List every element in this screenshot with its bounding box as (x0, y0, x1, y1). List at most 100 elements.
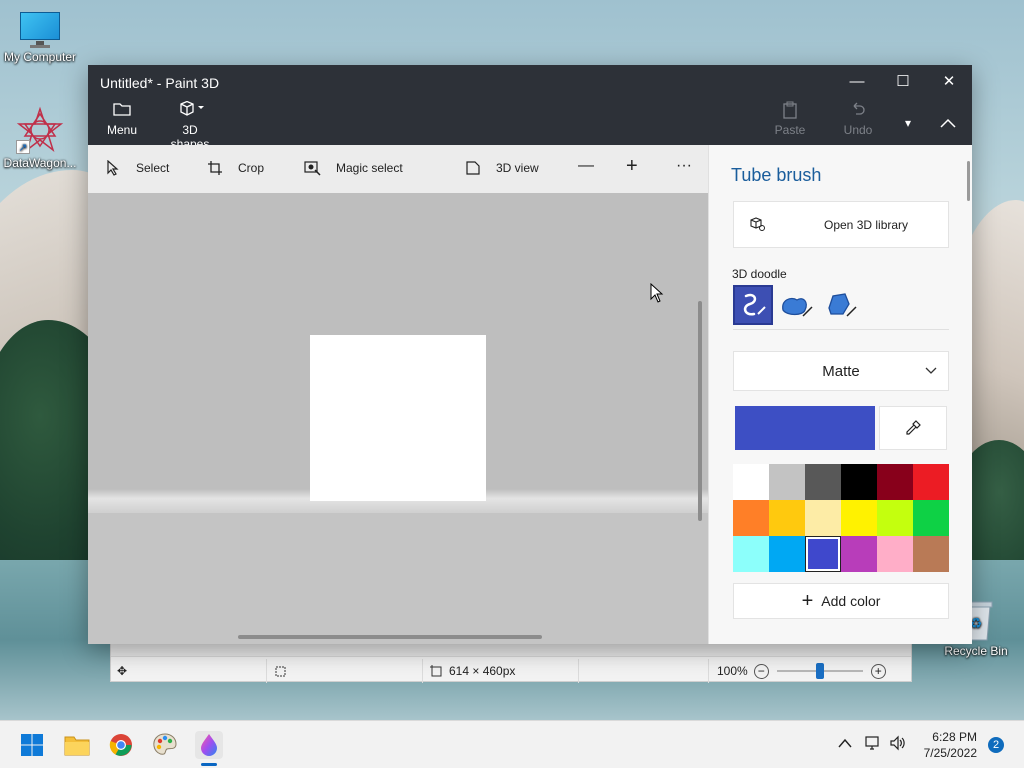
status-selection-cell (267, 659, 423, 683)
panel-scrollbar[interactable] (967, 161, 970, 201)
chevron-down-icon (925, 367, 937, 374)
palette-swatch[interactable] (733, 536, 769, 572)
paint-3d-drop-icon (201, 734, 217, 756)
eyedropper-icon (906, 420, 921, 435)
palette-swatch[interactable] (805, 536, 841, 572)
notification-badge[interactable]: 2 (988, 737, 1004, 753)
chevron-up-icon (838, 738, 852, 748)
zoom-in-button[interactable]: + (870, 663, 886, 679)
color-palette (733, 464, 949, 572)
paint-3d-button[interactable] (195, 731, 223, 759)
status-zoom-cell: 100% − + (709, 659, 886, 683)
add-color-label: Add color (821, 593, 881, 609)
3d-view-icon (464, 159, 482, 177)
eyedropper-button[interactable] (879, 406, 947, 450)
paste-button[interactable]: Paste (774, 101, 806, 137)
soft-edge-doodle-button[interactable] (777, 285, 817, 325)
palette-swatch[interactable] (733, 464, 769, 500)
menu-button[interactable]: Menu (106, 101, 138, 137)
sharp-edge-doodle-button[interactable] (821, 285, 861, 325)
undo-icon (842, 101, 874, 121)
minimize-button[interactable]: — (834, 69, 880, 93)
title-bar: Untitled* - Paint 3D — ☐ ✕ Menu 3D shape… (88, 65, 972, 151)
soft-blob-icon (782, 297, 813, 317)
crop-tool[interactable]: Crop (206, 159, 264, 177)
palette-swatch[interactable] (841, 464, 877, 500)
palette-swatch[interactable] (769, 464, 805, 500)
zoom-in-tool[interactable]: + (626, 155, 638, 178)
vertical-scrollbar[interactable] (698, 301, 702, 521)
palette-swatch[interactable] (877, 464, 913, 500)
zoom-out-tool[interactable]: — (578, 157, 594, 175)
clock-date: 7/25/2022 (923, 746, 977, 760)
volume-button[interactable] (889, 735, 907, 754)
desktop-icon-datawagon[interactable]: ↗ DataWagon... (0, 106, 80, 170)
3d-doodle-label: 3D doodle (732, 267, 787, 281)
show-hidden-icons-button[interactable] (838, 735, 852, 751)
clock[interactable]: 6:28 PM 7/25/2022 (924, 729, 977, 761)
panel-title: Tube brush (731, 165, 822, 185)
status-move-cell: ✥ (111, 659, 267, 683)
history-dropdown-button[interactable]: ▾ (888, 105, 928, 141)
current-color-swatch[interactable] (735, 406, 875, 450)
palette-swatch[interactable] (877, 500, 913, 536)
pointer-icon (104, 159, 122, 177)
palette-swatch[interactable] (841, 500, 877, 536)
palette-swatch[interactable] (877, 536, 913, 572)
horizontal-scrollbar[interactable] (238, 635, 542, 639)
close-button[interactable]: ✕ (926, 69, 972, 93)
palette-swatch[interactable] (913, 464, 949, 500)
palette-swatch[interactable] (913, 500, 949, 536)
drawing-canvas[interactable] (310, 335, 486, 501)
chrome-button[interactable] (107, 731, 135, 759)
palette-swatch[interactable] (841, 536, 877, 572)
window-title: Untitled* - Paint 3D (100, 75, 220, 91)
move-icon: ✥ (117, 664, 128, 678)
undo-button[interactable]: Undo (842, 101, 874, 137)
tube-doodle-button[interactable] (733, 285, 773, 325)
3d-library-icon (748, 216, 766, 235)
cube-icon (162, 100, 218, 121)
palette-swatch[interactable] (805, 464, 841, 500)
chrome-icon (109, 734, 132, 756)
select-tool[interactable]: Select (104, 159, 169, 177)
zoom-slider[interactable] (776, 663, 863, 679)
canvas-workspace[interactable] (88, 193, 708, 644)
file-explorer-button[interactable] (63, 731, 91, 759)
palette-swatch[interactable] (733, 500, 769, 536)
3d-shapes-button[interactable]: 3D shapes (162, 100, 218, 151)
network-button[interactable] (864, 735, 882, 754)
open-3d-library-button[interactable]: Open 3D library (733, 201, 949, 248)
app-star-icon: ↗ (16, 106, 64, 154)
maximize-button[interactable]: ☐ (880, 69, 926, 93)
add-color-button[interactable]: + Add color (733, 583, 949, 619)
collapse-toolbar-button[interactable] (928, 105, 968, 141)
finish-dropdown[interactable]: Matte (733, 351, 949, 391)
paint-button[interactable] (151, 731, 179, 759)
undo-label: Undo (843, 123, 873, 137)
folder-icon (64, 736, 90, 756)
desktop-icon-label: Recycle Bin (944, 644, 1008, 658)
zoom-slider-thumb[interactable] (815, 663, 824, 679)
computer-icon (18, 12, 62, 48)
plus-icon: + (626, 155, 638, 177)
canvas-dimensions: 614 × 460px (449, 664, 516, 678)
palette-swatch[interactable] (769, 536, 805, 572)
clock-time: 6:28 PM (932, 730, 977, 744)
start-button[interactable] (18, 731, 46, 759)
palette-swatch[interactable] (805, 500, 841, 536)
canvas-size-icon (430, 665, 442, 677)
3d-doodle-options (733, 285, 861, 325)
more-options-button[interactable]: ··· (676, 157, 692, 175)
status-bar: ✥ 614 × 460px 100% − + (111, 659, 911, 683)
3d-view-toggle[interactable]: 3D view (464, 159, 539, 177)
palette-swatch[interactable] (913, 536, 949, 572)
ellipsis-icon: ··· (676, 157, 692, 174)
magic-select-tool[interactable]: Magic select (304, 159, 403, 177)
background-window-strip (111, 643, 911, 657)
palette-swatch[interactable] (769, 500, 805, 536)
zoom-out-button[interactable]: − (753, 663, 769, 679)
clipboard-icon (774, 101, 806, 121)
network-icon (865, 736, 879, 750)
desktop-icon-my-computer[interactable]: My Computer (0, 12, 80, 64)
